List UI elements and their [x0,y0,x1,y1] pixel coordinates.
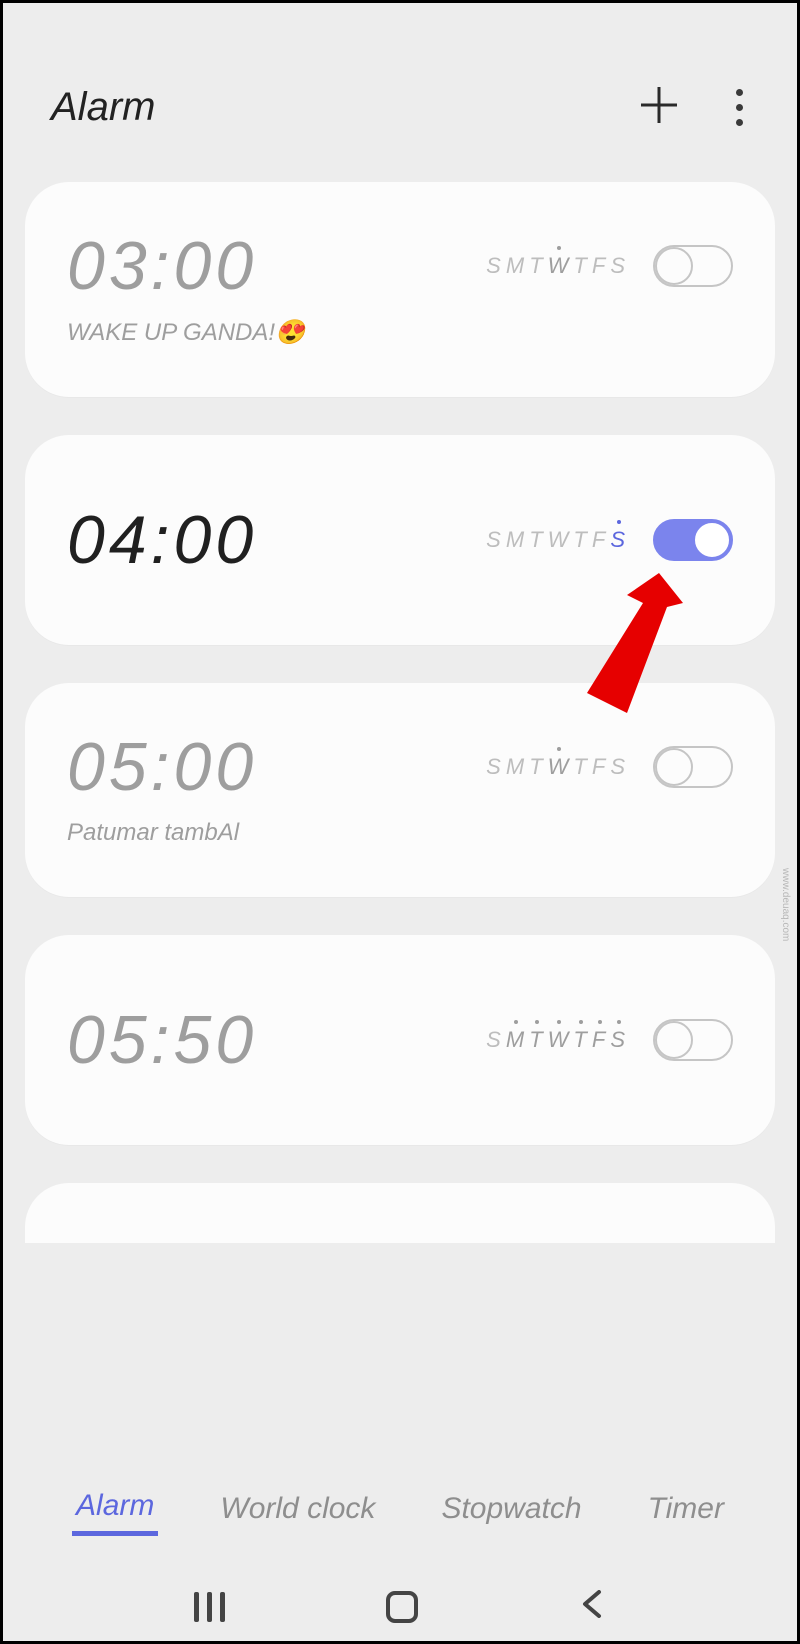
alarm-card[interactable]: 03:00SMTWTFSWAKE UP GANDA!😍 [25,182,775,397]
day-letter: F [592,1027,607,1053]
alarm-right: SMTWTFS [486,746,733,788]
day-letter: W [548,754,571,780]
alarm-right: SMTWTFS [486,1019,733,1061]
day-letter: T [529,1027,544,1053]
alarm-time: 05:00 [67,733,257,801]
day-letter: M [506,1027,526,1053]
tab-world-clock[interactable]: World clock [216,1484,379,1534]
toggle-knob [655,748,693,786]
alarm-time: 05:50 [67,1006,257,1074]
alarm-card[interactable]: 05:50SMTWTFS [25,935,775,1145]
dot-icon [736,119,743,126]
dot-icon [736,104,743,111]
toggle-knob [693,521,731,559]
tab-timer[interactable]: Timer [644,1484,728,1534]
alarm-row: 03:00SMTWTFS [67,232,733,300]
alarm-days: SMTWTFS [486,527,627,553]
tab-stopwatch[interactable]: Stopwatch [437,1484,585,1534]
day-letter: S [610,253,627,279]
dot-icon [736,89,743,96]
alarm-days: SMTWTFS [486,1027,627,1053]
day-letter: W [548,253,571,279]
toggle-knob [655,1021,693,1059]
app-header: Alarm [3,3,797,182]
day-letter: F [592,754,607,780]
alarm-right: SMTWTFS [486,519,733,561]
day-letter: T [573,253,588,279]
day-letter: F [592,527,607,553]
alarm-label: WAKE UP GANDA!😍 [67,318,733,347]
alarm-card[interactable]: 04:00SMTWTFS [25,435,775,645]
day-letter: M [506,527,526,553]
day-letter: M [506,754,526,780]
alarm-time: 04:00 [67,506,257,574]
day-letter: T [529,253,544,279]
day-letter: S [486,754,503,780]
add-alarm-button[interactable] [637,83,681,132]
watermark: www.deuaq.com [780,868,791,941]
alarm-toggle[interactable] [653,519,733,561]
alarm-days: SMTWTFS [486,253,627,279]
day-letter: S [486,253,503,279]
day-letter: W [548,1027,571,1053]
system-nav-bar [3,1590,797,1623]
alarm-right: SMTWTFS [486,245,733,287]
alarm-label: Patumar tambAl [67,819,733,847]
alarm-days: SMTWTFS [486,754,627,780]
alarm-card-partial[interactable] [25,1183,775,1243]
day-letter: M [506,253,526,279]
alarm-toggle[interactable] [653,746,733,788]
alarm-toggle[interactable] [653,1019,733,1061]
toggle-knob [655,247,693,285]
day-letter: T [573,1027,588,1053]
day-letter: T [573,754,588,780]
more-options-button[interactable] [729,88,749,128]
day-letter: S [610,527,627,553]
alarm-toggle[interactable] [653,245,733,287]
header-actions [637,83,749,132]
alarm-row: 05:50SMTWTFS [67,1006,733,1074]
alarm-time: 03:00 [67,232,257,300]
alarm-row: 05:00SMTWTFS [67,733,733,801]
nav-recents-button[interactable] [194,1592,225,1622]
day-letter: S [610,754,627,780]
plus-icon [637,83,681,127]
day-letter: S [486,527,503,553]
day-letter: S [610,1027,627,1053]
day-letter: F [592,253,607,279]
alarm-list: 03:00SMTWTFSWAKE UP GANDA!😍04:00SMTWTFS0… [3,182,797,1145]
nav-back-button[interactable] [579,1590,607,1623]
day-letter: W [548,527,571,553]
page-title: Alarm [51,85,155,130]
day-letter: T [529,754,544,780]
bottom-tab-bar: Alarm World clock Stopwatch Timer [3,1481,797,1536]
day-letter: T [573,527,588,553]
alarm-row: 04:00SMTWTFS [67,506,733,574]
alarm-card[interactable]: 05:00SMTWTFSPatumar tambAl [25,683,775,897]
day-letter: T [529,527,544,553]
day-letter: S [486,1027,503,1053]
nav-home-button[interactable] [386,1591,418,1623]
tab-alarm[interactable]: Alarm [72,1481,158,1536]
chevron-left-icon [579,1590,607,1618]
